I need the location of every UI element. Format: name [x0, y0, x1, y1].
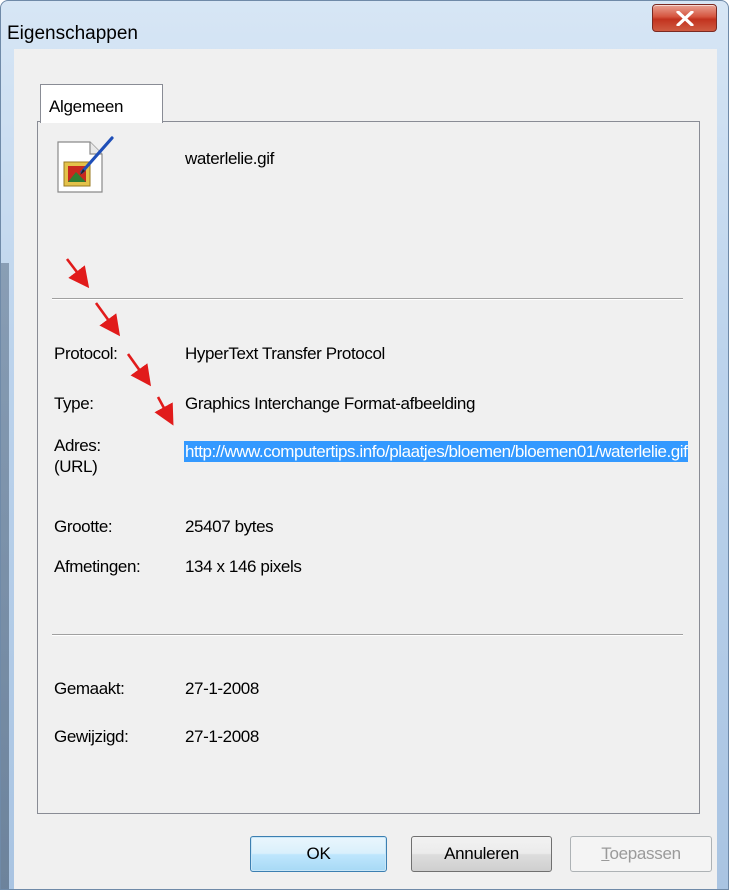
- dialog-client-area: Algemeen waterlelie.gif Protocol: HyperT…: [14, 49, 717, 889]
- red-arrow-icon: [65, 258, 174, 426]
- apply-button[interactable]: Toepassen: [570, 836, 712, 872]
- title-bar[interactable]: Eigenschappen: [1, 1, 728, 45]
- cancel-button[interactable]: Annuleren: [411, 836, 552, 872]
- close-icon: [676, 11, 694, 26]
- annotation-arrows: [65, 258, 174, 426]
- ok-button[interactable]: OK: [250, 836, 387, 872]
- close-button[interactable]: [652, 4, 717, 32]
- tab-algemeen[interactable]: Algemeen: [40, 84, 163, 123]
- apply-label-rest: oepassen: [609, 844, 681, 863]
- properties-dialog: Eigenschappen Algemeen waterlelie.gif Pr…: [0, 0, 729, 890]
- background-window-edge: [1, 263, 9, 889]
- window-title: Eigenschappen: [7, 23, 138, 44]
